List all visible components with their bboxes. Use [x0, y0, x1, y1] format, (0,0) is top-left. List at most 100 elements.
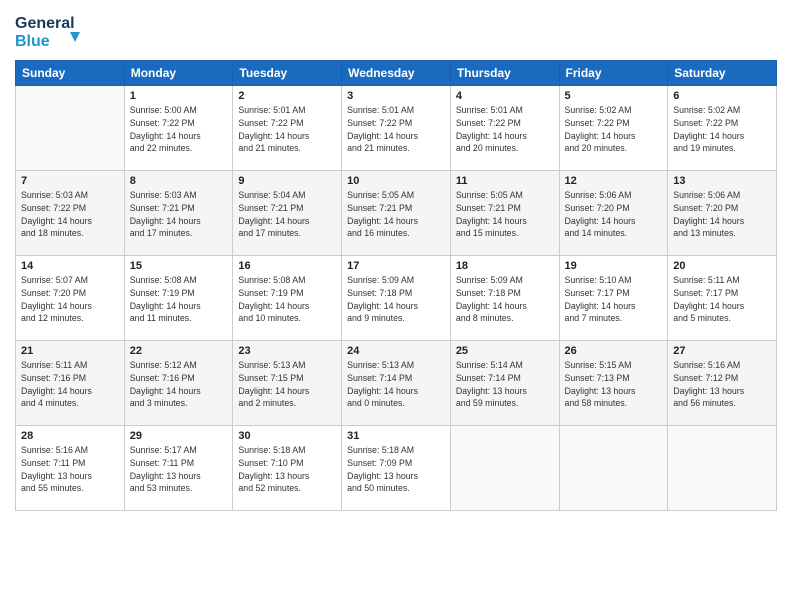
day-number: 14	[21, 260, 119, 272]
day-info: Sunrise: 5:18 AM Sunset: 7:09 PM Dayligh…	[347, 444, 445, 495]
calendar-cell: 7 Sunrise: 5:03 AM Sunset: 7:22 PM Daylig…	[16, 171, 125, 256]
day-info: Sunrise: 5:09 AM Sunset: 7:18 PM Dayligh…	[456, 274, 554, 325]
day-info: Sunrise: 5:08 AM Sunset: 7:19 PM Dayligh…	[238, 274, 336, 325]
day-info: Sunrise: 5:16 AM Sunset: 7:12 PM Dayligh…	[673, 359, 771, 410]
calendar-cell: 22 Sunrise: 5:12 AM Sunset: 7:16 PM Dayli…	[124, 341, 233, 426]
day-number: 6	[673, 90, 771, 102]
day-info: Sunrise: 5:01 AM Sunset: 7:22 PM Dayligh…	[347, 104, 445, 155]
calendar-week-1: 1Sunrise: 5:00 AM Sunset: 7:22 PM Daylig…	[16, 86, 777, 171]
day-info: Sunrise: 5:11 AM Sunset: 7:17 PM Dayligh…	[673, 274, 771, 325]
day-info: Sunrise: 5:13 AM Sunset: 7:14 PM Dayligh…	[347, 359, 445, 410]
logo: GeneralBlue	[15, 10, 95, 52]
day-number: 20	[673, 260, 771, 272]
day-number: 21	[21, 345, 119, 357]
day-info: Sunrise: 5:06 AM Sunset: 7:20 PM Dayligh…	[565, 189, 663, 240]
calendar-cell: 11 Sunrise: 5:05 AM Sunset: 7:21 PM Dayli…	[450, 171, 559, 256]
calendar-cell: 17Sunrise: 5:09 AM Sunset: 7:18 PM Dayli…	[342, 256, 451, 341]
calendar-cell: 19Sunrise: 5:10 AM Sunset: 7:17 PM Dayli…	[559, 256, 668, 341]
calendar-week-3: 14 Sunrise: 5:07 AM Sunset: 7:20 PM Dayli…	[16, 256, 777, 341]
calendar-cell: 16 Sunrise: 5:08 AM Sunset: 7:19 PM Dayli…	[233, 256, 342, 341]
day-number: 29	[130, 430, 228, 442]
calendar-cell: 25 Sunrise: 5:14 AM Sunset: 7:14 PM Dayli…	[450, 341, 559, 426]
day-number: 12	[565, 175, 663, 187]
day-info: Sunrise: 5:10 AM Sunset: 7:17 PM Dayligh…	[565, 274, 663, 325]
calendar-cell	[559, 426, 668, 511]
calendar-cell: 14 Sunrise: 5:07 AM Sunset: 7:20 PM Dayli…	[16, 256, 125, 341]
calendar-cell: 23 Sunrise: 5:13 AM Sunset: 7:15 PM Dayli…	[233, 341, 342, 426]
day-number: 11	[456, 175, 554, 187]
calendar-cell: 9Sunrise: 5:04 AM Sunset: 7:21 PM Daylig…	[233, 171, 342, 256]
weekday-header-saturday: Saturday	[668, 61, 777, 86]
day-number: 10	[347, 175, 445, 187]
day-number: 7	[21, 175, 119, 187]
calendar-cell: 3Sunrise: 5:01 AM Sunset: 7:22 PM Daylig…	[342, 86, 451, 171]
calendar-week-2: 7 Sunrise: 5:03 AM Sunset: 7:22 PM Daylig…	[16, 171, 777, 256]
day-number: 22	[130, 345, 228, 357]
day-info: Sunrise: 5:04 AM Sunset: 7:21 PM Dayligh…	[238, 189, 336, 240]
day-number: 4	[456, 90, 554, 102]
logo-svg: GeneralBlue	[15, 10, 95, 52]
page-container: GeneralBlue SundayMondayTuesdayWednesday…	[0, 0, 792, 521]
day-info: Sunrise: 5:00 AM Sunset: 7:22 PM Dayligh…	[130, 104, 228, 155]
day-info: Sunrise: 5:16 AM Sunset: 7:11 PM Dayligh…	[21, 444, 119, 495]
day-info: Sunrise: 5:15 AM Sunset: 7:13 PM Dayligh…	[565, 359, 663, 410]
day-info: Sunrise: 5:03 AM Sunset: 7:22 PM Dayligh…	[21, 189, 119, 240]
day-number: 31	[347, 430, 445, 442]
calendar-cell: 27 Sunrise: 5:16 AM Sunset: 7:12 PM Dayli…	[668, 341, 777, 426]
weekday-header-friday: Friday	[559, 61, 668, 86]
calendar-cell: 6Sunrise: 5:02 AM Sunset: 7:22 PM Daylig…	[668, 86, 777, 171]
day-info: Sunrise: 5:06 AM Sunset: 7:20 PM Dayligh…	[673, 189, 771, 240]
day-number: 16	[238, 260, 336, 272]
calendar-cell: 4 Sunrise: 5:01 AM Sunset: 7:22 PM Daylig…	[450, 86, 559, 171]
calendar-cell: 1Sunrise: 5:00 AM Sunset: 7:22 PM Daylig…	[124, 86, 233, 171]
day-number: 24	[347, 345, 445, 357]
calendar-cell: 24 Sunrise: 5:13 AM Sunset: 7:14 PM Dayli…	[342, 341, 451, 426]
day-number: 18	[456, 260, 554, 272]
day-info: Sunrise: 5:12 AM Sunset: 7:16 PM Dayligh…	[130, 359, 228, 410]
day-info: Sunrise: 5:17 AM Sunset: 7:11 PM Dayligh…	[130, 444, 228, 495]
calendar-cell: 21 Sunrise: 5:11 AM Sunset: 7:16 PM Dayli…	[16, 341, 125, 426]
svg-text:Blue: Blue	[15, 33, 50, 50]
day-number: 25	[456, 345, 554, 357]
weekday-header-monday: Monday	[124, 61, 233, 86]
calendar-cell: 2 Sunrise: 5:01 AM Sunset: 7:22 PM Daylig…	[233, 86, 342, 171]
day-number: 30	[238, 430, 336, 442]
day-info: Sunrise: 5:11 AM Sunset: 7:16 PM Dayligh…	[21, 359, 119, 410]
day-number: 2	[238, 90, 336, 102]
day-info: Sunrise: 5:08 AM Sunset: 7:19 PM Dayligh…	[130, 274, 228, 325]
weekday-header-row: SundayMondayTuesdayWednesdayThursdayFrid…	[16, 61, 777, 86]
weekday-header-thursday: Thursday	[450, 61, 559, 86]
calendar-cell: 30 Sunrise: 5:18 AM Sunset: 7:10 PM Dayli…	[233, 426, 342, 511]
day-info: Sunrise: 5:13 AM Sunset: 7:15 PM Dayligh…	[238, 359, 336, 410]
svg-text:General: General	[15, 15, 75, 32]
day-number: 8	[130, 175, 228, 187]
calendar-cell: 28Sunrise: 5:16 AM Sunset: 7:11 PM Dayli…	[16, 426, 125, 511]
calendar-cell: 8Sunrise: 5:03 AM Sunset: 7:21 PM Daylig…	[124, 171, 233, 256]
calendar-cell	[668, 426, 777, 511]
weekday-header-wednesday: Wednesday	[342, 61, 451, 86]
day-info: Sunrise: 5:05 AM Sunset: 7:21 PM Dayligh…	[347, 189, 445, 240]
day-number: 13	[673, 175, 771, 187]
calendar-week-4: 21 Sunrise: 5:11 AM Sunset: 7:16 PM Dayli…	[16, 341, 777, 426]
day-info: Sunrise: 5:01 AM Sunset: 7:22 PM Dayligh…	[456, 104, 554, 155]
day-info: Sunrise: 5:05 AM Sunset: 7:21 PM Dayligh…	[456, 189, 554, 240]
calendar-cell: 20 Sunrise: 5:11 AM Sunset: 7:17 PM Dayli…	[668, 256, 777, 341]
day-info: Sunrise: 5:14 AM Sunset: 7:14 PM Dayligh…	[456, 359, 554, 410]
calendar-cell: 15 Sunrise: 5:08 AM Sunset: 7:19 PM Dayli…	[124, 256, 233, 341]
day-info: Sunrise: 5:07 AM Sunset: 7:20 PM Dayligh…	[21, 274, 119, 325]
calendar-cell: 31 Sunrise: 5:18 AM Sunset: 7:09 PM Dayli…	[342, 426, 451, 511]
day-info: Sunrise: 5:18 AM Sunset: 7:10 PM Dayligh…	[238, 444, 336, 495]
calendar-cell	[16, 86, 125, 171]
day-info: Sunrise: 5:01 AM Sunset: 7:22 PM Dayligh…	[238, 104, 336, 155]
calendar-cell	[450, 426, 559, 511]
weekday-header-sunday: Sunday	[16, 61, 125, 86]
day-info: Sunrise: 5:02 AM Sunset: 7:22 PM Dayligh…	[565, 104, 663, 155]
day-number: 15	[130, 260, 228, 272]
calendar-cell: 13 Sunrise: 5:06 AM Sunset: 7:20 PM Dayli…	[668, 171, 777, 256]
day-number: 23	[238, 345, 336, 357]
calendar-cell: 26Sunrise: 5:15 AM Sunset: 7:13 PM Dayli…	[559, 341, 668, 426]
day-number: 27	[673, 345, 771, 357]
day-number: 5	[565, 90, 663, 102]
calendar-cell: 10 Sunrise: 5:05 AM Sunset: 7:21 PM Dayli…	[342, 171, 451, 256]
weekday-header-tuesday: Tuesday	[233, 61, 342, 86]
